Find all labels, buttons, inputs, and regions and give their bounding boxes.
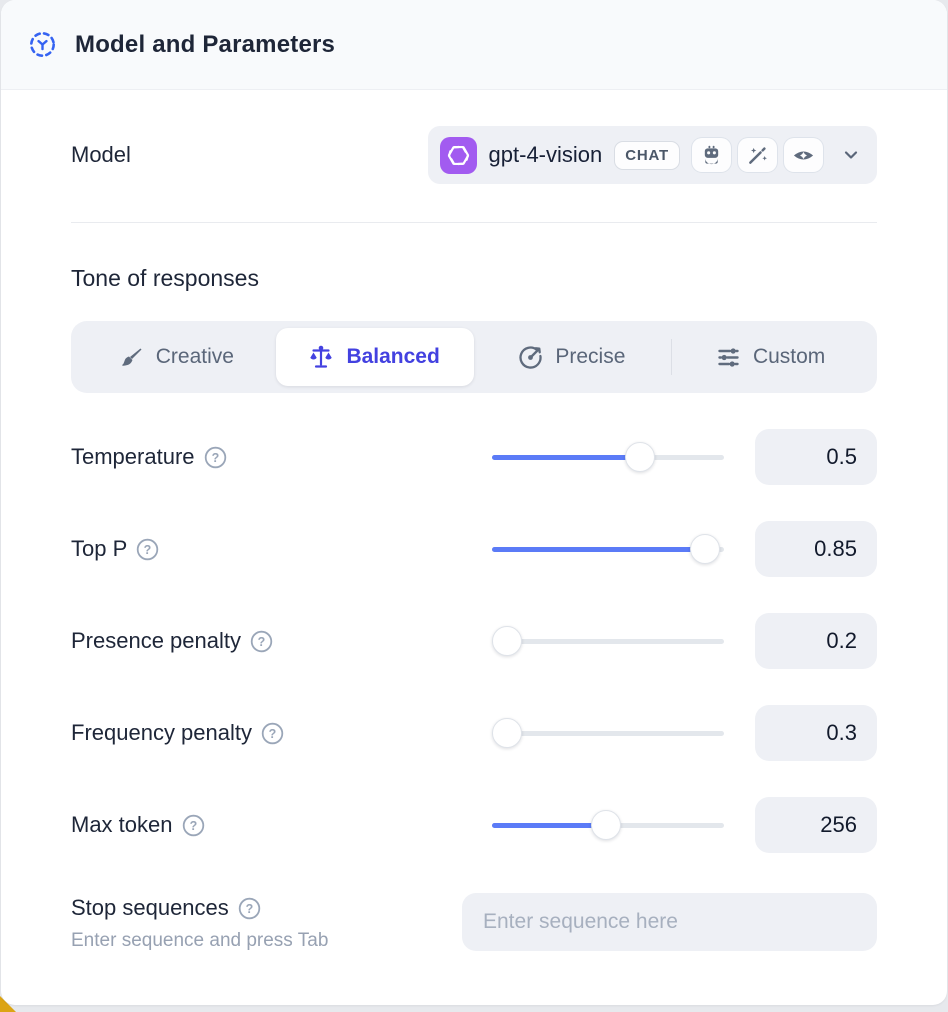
parameter-row: Temperature ?: [71, 429, 877, 485]
parameter-slider[interactable]: [492, 626, 724, 656]
tab-label: Balanced: [346, 345, 439, 369]
svg-text:?: ?: [189, 819, 197, 833]
page-title: Model and Parameters: [75, 31, 335, 59]
parameter-value-input[interactable]: [755, 705, 877, 761]
capability-icons: [692, 138, 823, 172]
tab-balanced[interactable]: Balanced: [276, 328, 474, 386]
tab-label: Creative: [156, 345, 234, 369]
paintbrush-icon: [120, 346, 143, 369]
svg-text:?: ?: [245, 902, 253, 916]
parameter-label: Presence penalty: [71, 628, 241, 654]
selected-model-name: gpt-4-vision: [489, 142, 603, 168]
parameter-row: Top P ?: [71, 521, 877, 577]
parameter-row: Presence penalty ?: [71, 613, 877, 669]
model-row: Model gpt-4-vision CH: [71, 126, 877, 184]
model-select-dropdown[interactable]: gpt-4-vision CHAT: [428, 126, 877, 184]
target-icon: [519, 346, 542, 369]
help-icon[interactable]: ?: [136, 538, 159, 561]
stop-sequences-label: Stop sequences: [71, 895, 229, 921]
panel-header: Model and Parameters: [1, 0, 947, 90]
parameter-value-input[interactable]: [755, 429, 877, 485]
svg-text:?: ?: [144, 543, 152, 557]
parameter-slider[interactable]: [492, 534, 724, 564]
magic-wand-icon: [738, 138, 777, 172]
svg-text:?: ?: [269, 727, 277, 741]
tab-custom[interactable]: Custom: [672, 328, 870, 386]
parameter-slider[interactable]: [492, 810, 724, 840]
slider-fill: [492, 455, 645, 460]
slider-thumb[interactable]: [591, 810, 621, 840]
slider-thumb[interactable]: [492, 718, 522, 748]
parameter-label: Frequency penalty: [71, 720, 252, 746]
parameter-rows: Temperature ? Top P ?: [71, 429, 877, 853]
robot-icon: [692, 138, 731, 172]
slider-thumb[interactable]: [625, 442, 655, 472]
parameter-label: Top P: [71, 536, 127, 562]
stop-sequence-input[interactable]: [462, 893, 877, 951]
section-divider: [71, 222, 877, 223]
slider-thumb[interactable]: [492, 626, 522, 656]
stop-sequences-labels: Stop sequences ? Enter sequence and pres…: [71, 893, 462, 952]
slider-track: [492, 639, 724, 644]
parameter-label: Max token: [71, 812, 173, 838]
model-parameters-panel: Model and Parameters Model: [1, 0, 947, 1005]
help-icon[interactable]: ?: [204, 446, 227, 469]
tab-label: Custom: [753, 345, 825, 369]
parameter-slider[interactable]: [492, 442, 724, 472]
parameter-row: Max token ?: [71, 797, 877, 853]
balance-scale-icon: [309, 345, 333, 369]
tab-creative[interactable]: Creative: [78, 328, 276, 386]
stop-sequences-hint: Enter sequence and press Tab: [71, 930, 462, 952]
tab-precise[interactable]: Precise: [474, 328, 672, 386]
slider-fill: [492, 823, 606, 828]
parameter-slider[interactable]: [492, 718, 724, 748]
vision-eye-icon: [784, 138, 823, 172]
sliders-icon: [717, 346, 740, 369]
parameter-value-input[interactable]: [755, 797, 877, 853]
help-icon[interactable]: ?: [250, 630, 273, 653]
tone-segmented-control: Creative Balanced: [71, 321, 877, 393]
tone-heading: Tone of responses: [71, 265, 877, 292]
model-3d-icon: [29, 31, 56, 58]
stop-sequences-row: Stop sequences ? Enter sequence and pres…: [71, 893, 877, 952]
parameter-value-input[interactable]: [755, 521, 877, 577]
parameter-row: Frequency penalty ?: [71, 705, 877, 761]
slider-track: [492, 731, 724, 736]
chat-mode-badge: CHAT: [614, 141, 680, 170]
help-icon[interactable]: ?: [261, 722, 284, 745]
model-label: Model: [71, 142, 131, 168]
svg-text:?: ?: [258, 635, 266, 649]
slider-fill: [492, 547, 719, 552]
svg-text:?: ?: [211, 451, 219, 465]
openai-logo-icon: [440, 137, 477, 174]
slider-thumb[interactable]: [690, 534, 720, 564]
help-icon[interactable]: ?: [238, 897, 261, 920]
parameter-value-input[interactable]: [755, 613, 877, 669]
chevron-down-icon: [841, 145, 861, 165]
tab-label: Precise: [555, 345, 625, 369]
help-icon[interactable]: ?: [182, 814, 205, 837]
parameter-label: Temperature: [71, 444, 195, 470]
